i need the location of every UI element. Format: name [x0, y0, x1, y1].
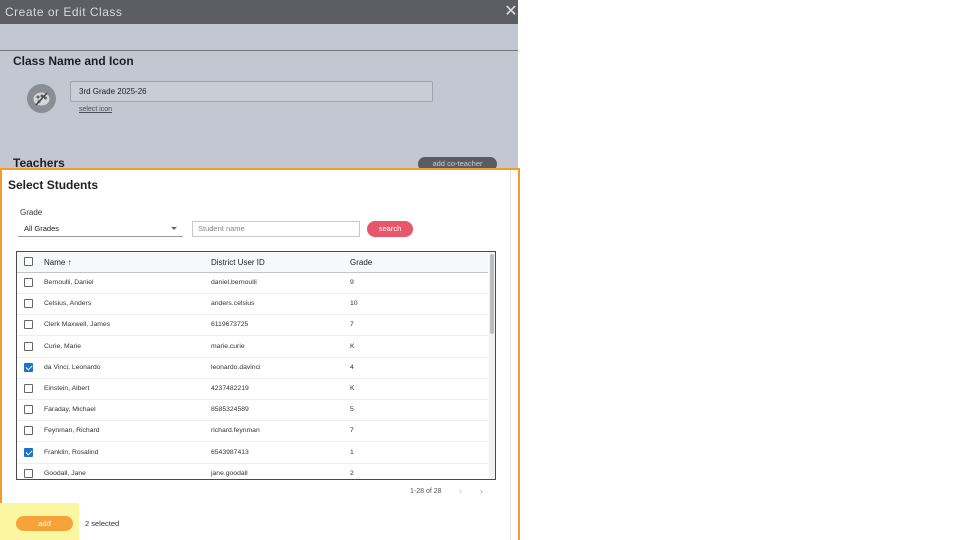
- grade-cell: K: [350, 385, 355, 392]
- pagination-range: 1-28 of 28: [410, 488, 442, 495]
- divider: [0, 50, 518, 51]
- panel-scrollbar[interactable]: [510, 170, 511, 540]
- create-edit-class-modal: Create or Edit Class ✕ Class Name and Ic…: [0, 0, 518, 171]
- grade-column-header[interactable]: Grade: [350, 252, 372, 273]
- student-name-cell: Curie, Marie: [44, 342, 82, 350]
- grade-label: Grade: [20, 208, 43, 217]
- palette-icon[interactable]: [27, 84, 56, 113]
- table-row[interactable]: Curie, Marie marie.curie K: [17, 337, 488, 358]
- district-id-column-header[interactable]: District User ID: [211, 252, 265, 273]
- table-row[interactable]: da Vinci, Leonardo leonardo.davinci 4: [17, 358, 488, 379]
- district-id-cell: 6119673725: [211, 321, 249, 329]
- students-table: Name ↑ District User ID Grade Bernoulli,…: [16, 251, 496, 480]
- district-id-cell: richard.feynman: [211, 427, 260, 435]
- add-button[interactable]: add: [16, 516, 73, 531]
- next-page-icon[interactable]: ›: [480, 486, 483, 496]
- name-column-header[interactable]: Name ↑: [44, 252, 72, 273]
- table-header: Name ↑ District User ID Grade: [17, 252, 488, 273]
- modal-title: Create or Edit Class: [5, 5, 123, 19]
- chevron-down-icon: [171, 227, 177, 230]
- district-id-cell: 8585324589: [211, 406, 249, 414]
- row-checkbox[interactable]: [24, 384, 33, 393]
- student-name-cell: Einstein, Albert: [44, 385, 90, 392]
- student-name-cell: Franklin, Rosalind: [44, 448, 99, 456]
- row-checkbox[interactable]: [24, 362, 33, 372]
- name-header-label: Name: [44, 258, 66, 267]
- row-checkbox[interactable]: [24, 447, 33, 457]
- district-id-cell: marie.curie: [211, 342, 245, 350]
- grade-cell: 7: [350, 427, 354, 435]
- district-id-cell: 4237482219: [211, 385, 249, 392]
- selected-count: 2 selected: [85, 519, 120, 528]
- district-id-cell: jane.goodall: [211, 469, 248, 477]
- row-checkbox[interactable]: [24, 278, 33, 287]
- table-row[interactable]: Feynman, Richard richard.feynman 7: [17, 421, 488, 443]
- student-name-cell: Goodall, Jane: [44, 469, 86, 477]
- district-id-cell: daniel.bernoulli: [211, 279, 257, 286]
- panel-title: Select Students: [8, 178, 99, 192]
- close-icon[interactable]: ✕: [504, 2, 518, 22]
- row-checkbox[interactable]: [24, 299, 33, 309]
- table-scroll-thumb[interactable]: [490, 254, 494, 334]
- table-row[interactable]: Einstein, Albert 4237482219 K: [17, 379, 488, 400]
- district-id-cell: leonardo.davinci: [211, 363, 261, 371]
- grade-select-value: All Grades: [24, 224, 60, 233]
- table-row[interactable]: Goodall, Jane jane.goodall 2: [17, 464, 488, 479]
- class-name-section-title: Class Name and Icon: [13, 54, 134, 68]
- grade-cell: 7: [350, 321, 354, 329]
- table-row[interactable]: Faraday, Michael 8585324589 5: [17, 400, 488, 422]
- grade-select[interactable]: All Grades: [18, 221, 183, 237]
- table-scrollbar[interactable]: [489, 252, 495, 479]
- grade-cell: K: [350, 342, 355, 350]
- row-checkbox[interactable]: [24, 320, 33, 330]
- grade-cell: 4: [350, 363, 354, 371]
- modal-titlebar: Create or Edit Class: [0, 0, 518, 24]
- class-name-input[interactable]: 3rd Grade 2025-26: [70, 81, 433, 102]
- student-name-cell: Clerk Maxwell, James: [44, 321, 111, 329]
- row-checkbox[interactable]: [24, 426, 33, 436]
- student-name-cell: Celsius, Anders: [44, 300, 92, 308]
- student-name-cell: Faraday, Michael: [44, 406, 96, 414]
- student-name-input[interactable]: Student name: [192, 221, 360, 237]
- table-row[interactable]: Celsius, Anders anders.celsius 10: [17, 294, 488, 316]
- select-all-checkbox[interactable]: [24, 257, 33, 266]
- row-checkbox[interactable]: [24, 341, 33, 351]
- grade-cell: 2: [350, 469, 354, 477]
- search-button[interactable]: search: [367, 221, 413, 237]
- screen: Create or Edit Class ✕ Class Name and Ic…: [0, 0, 960, 540]
- grade-cell: 9: [350, 279, 354, 286]
- sort-ascending-icon: ↑: [67, 258, 72, 267]
- select-icon-link[interactable]: select icon: [79, 106, 112, 113]
- student-name-cell: Bernoulli, Daniel: [44, 279, 94, 286]
- district-id-cell: anders.celsius: [211, 300, 255, 308]
- prev-page-icon[interactable]: ‹: [459, 486, 462, 496]
- district-id-cell: 6543987413: [211, 448, 249, 456]
- grade-cell: 10: [350, 300, 358, 308]
- grade-cell: 5: [350, 406, 354, 414]
- student-name-cell: da Vinci, Leonardo: [44, 363, 101, 371]
- table-row[interactable]: Franklin, Rosalind 6543987413 1: [17, 443, 488, 464]
- row-checkbox[interactable]: [24, 405, 33, 415]
- table-row[interactable]: Bernoulli, Daniel daniel.bernoulli 9: [17, 273, 488, 294]
- row-checkbox[interactable]: [24, 468, 33, 478]
- grade-cell: 1: [350, 448, 354, 456]
- student-name-cell: Feynman, Richard: [44, 427, 100, 435]
- table-row[interactable]: Clerk Maxwell, James 6119673725 7: [17, 315, 488, 337]
